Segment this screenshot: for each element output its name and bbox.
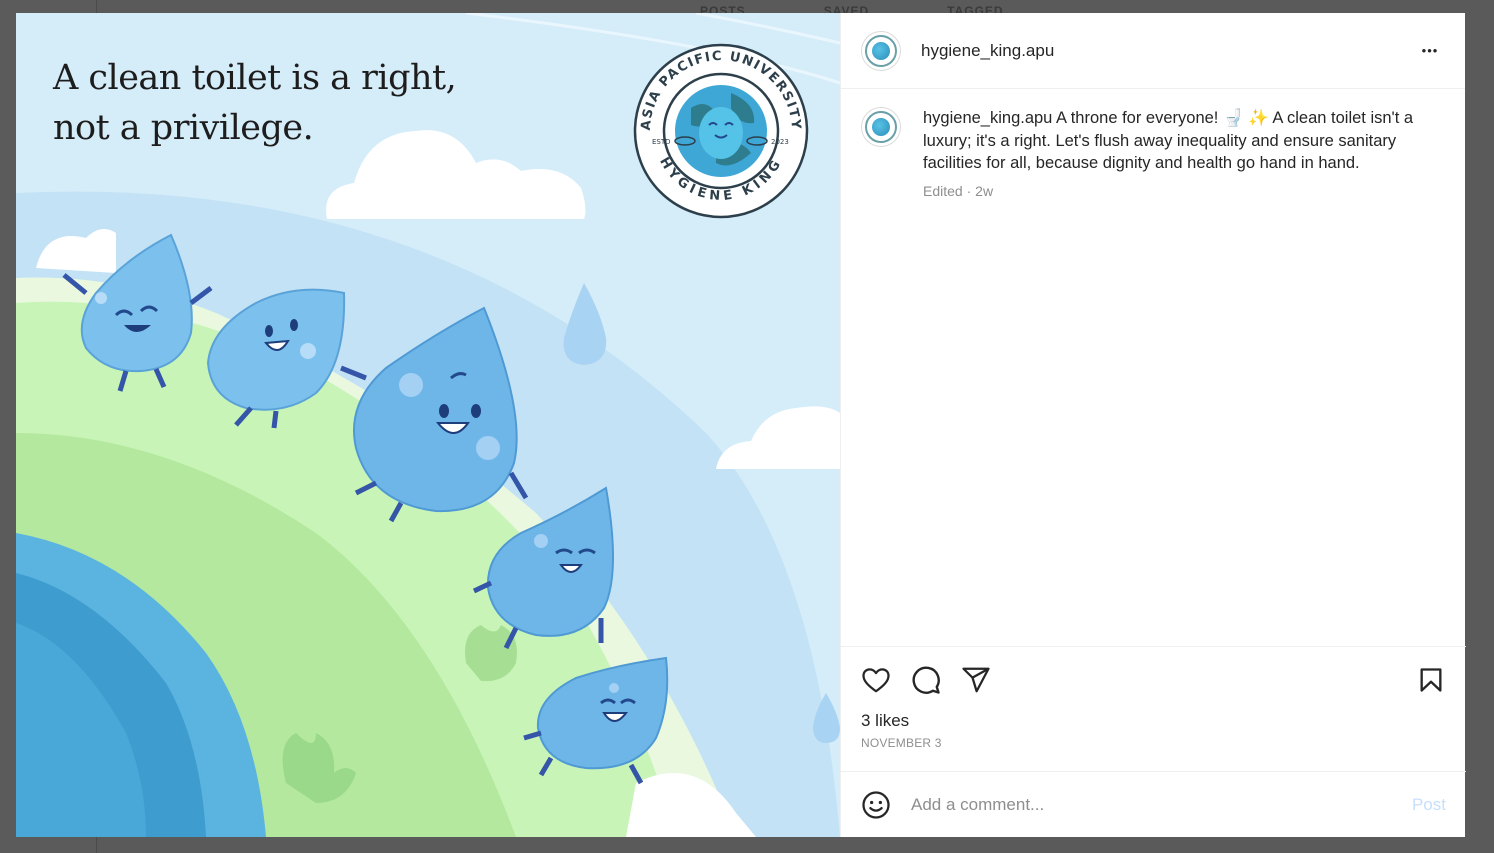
caption-text: hygiene_king.apu A throne for everyone! …	[923, 107, 1423, 175]
caption-body: hygiene_king.apu A throne for everyone! …	[923, 107, 1423, 199]
globe-icon	[872, 41, 890, 60]
header-username[interactable]: hygiene_king.apu	[921, 41, 1054, 61]
post-date: NOVEMBER 3	[861, 736, 942, 750]
like-count[interactable]: 3 likes	[861, 711, 1446, 731]
save-button[interactable]	[1416, 665, 1446, 695]
comment-icon	[912, 666, 940, 694]
post-comment-button[interactable]: Post	[1412, 795, 1446, 815]
comment-bar: Post	[841, 771, 1466, 837]
emoji-button[interactable]	[861, 790, 891, 820]
avatar[interactable]	[861, 107, 901, 147]
caption: hygiene_king.apu A throne for everyone! …	[841, 89, 1465, 199]
caption-meta: Edited · 2w	[923, 182, 994, 199]
post-header: hygiene_king.apu •••	[841, 13, 1465, 89]
heart-icon	[862, 668, 890, 693]
edited-label: Edited	[923, 182, 963, 199]
bookmark-icon	[1420, 668, 1442, 692]
post-modal: ASIA PACIFIC UNIVERSITY HYGIENE KING EST…	[16, 13, 1466, 837]
share-button[interactable]	[961, 665, 991, 695]
post-actions: 3 likes NOVEMBER 3	[841, 646, 1466, 750]
image-headline: A clean toilet is a right, not a privile…	[53, 53, 457, 153]
like-button[interactable]	[861, 665, 891, 695]
post-image: ASIA PACIFIC UNIVERSITY HYGIENE KING EST…	[16, 13, 840, 837]
action-icons	[861, 647, 1446, 713]
globe-icon	[872, 118, 890, 136]
send-icon	[962, 667, 990, 693]
headline-line-1: A clean toilet is a right,	[53, 58, 457, 98]
background-profile-tabs: POSTS SAVED TAGGED	[700, 0, 1004, 14]
caption-username[interactable]: hygiene_king.apu	[923, 109, 1052, 127]
avatar-ring	[865, 34, 897, 67]
comment-button[interactable]	[911, 665, 941, 695]
badge-year: 2023	[771, 138, 789, 146]
more-icon: •••	[1421, 43, 1439, 58]
avatar[interactable]	[861, 30, 901, 71]
more-options-button[interactable]: •••	[1415, 36, 1445, 66]
emoji-icon	[862, 790, 890, 819]
post-time[interactable]: 2w	[975, 183, 993, 199]
post-side-panel: hygiene_king.apu ••• hygiene_king.apu A …	[840, 13, 1466, 837]
comment-input[interactable]	[911, 794, 1412, 815]
badge-estd: ESTD	[652, 138, 671, 146]
avatar-ring	[865, 111, 897, 143]
headline-line-2: not a privilege.	[53, 108, 314, 148]
university-badge: ASIA PACIFIC UNIVERSITY HYGIENE KING EST…	[633, 43, 809, 219]
